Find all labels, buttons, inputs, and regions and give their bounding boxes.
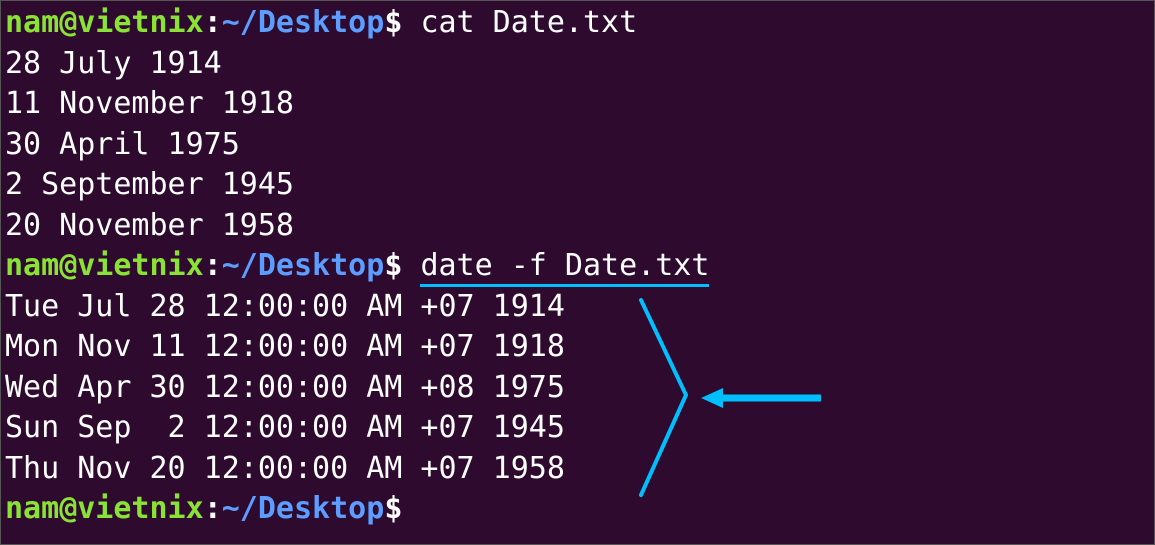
prompt-dollar: $ bbox=[384, 248, 402, 283]
date-output-line: Wed Apr 30 12:00:00 AM +08 1975 bbox=[5, 368, 1150, 409]
date-output-line: Sun Sep 2 12:00:00 AM +07 1945 bbox=[5, 408, 1150, 449]
date-output-line: Tue Jul 28 12:00:00 AM +07 1914 bbox=[5, 287, 1150, 328]
date-output-line: Thu Nov 20 12:00:00 AM +07 1958 bbox=[5, 449, 1150, 490]
command-date-space bbox=[402, 248, 420, 283]
cat-output-line: 11 November 1918 bbox=[5, 84, 1150, 125]
prompt-at: @ bbox=[59, 5, 77, 40]
prompt-path: ~/Desktop bbox=[222, 5, 385, 40]
cat-output-line: 30 April 1975 bbox=[5, 125, 1150, 166]
prompt-line-3[interactable]: nam@vietnix:~/Desktop$ bbox=[5, 489, 1150, 530]
prompt-line-2[interactable]: nam@vietnix:~/Desktop$ date -f Date.txt bbox=[5, 246, 1150, 287]
prompt-colon: : bbox=[204, 491, 222, 526]
date-output-line: Mon Nov 11 12:00:00 AM +07 1918 bbox=[5, 327, 1150, 368]
prompt-user: nam bbox=[5, 248, 59, 283]
prompt-colon: : bbox=[204, 248, 222, 283]
prompt-path: ~/Desktop bbox=[222, 491, 385, 526]
prompt-user: nam bbox=[5, 491, 59, 526]
prompt-dollar: $ bbox=[384, 491, 402, 526]
prompt-line-1[interactable]: nam@vietnix:~/Desktop$ cat Date.txt bbox=[5, 3, 1150, 44]
command-cat-text: cat Date.txt bbox=[420, 5, 637, 40]
prompt-at: @ bbox=[59, 248, 77, 283]
prompt-colon: : bbox=[204, 5, 222, 40]
prompt-path: ~/Desktop bbox=[222, 248, 385, 283]
cat-output-line: 2 September 1945 bbox=[5, 165, 1150, 206]
prompt-at: @ bbox=[59, 491, 77, 526]
command-cat bbox=[402, 5, 420, 40]
cat-output-line: 28 July 1914 bbox=[5, 44, 1150, 85]
prompt-host: vietnix bbox=[77, 5, 203, 40]
prompt-host: vietnix bbox=[77, 248, 203, 283]
prompt-dollar: $ bbox=[384, 5, 402, 40]
prompt-host: vietnix bbox=[77, 491, 203, 526]
prompt-user: nam bbox=[5, 5, 59, 40]
cat-output-line: 20 November 1958 bbox=[5, 206, 1150, 247]
command-date-text: date -f Date.txt bbox=[420, 248, 709, 287]
